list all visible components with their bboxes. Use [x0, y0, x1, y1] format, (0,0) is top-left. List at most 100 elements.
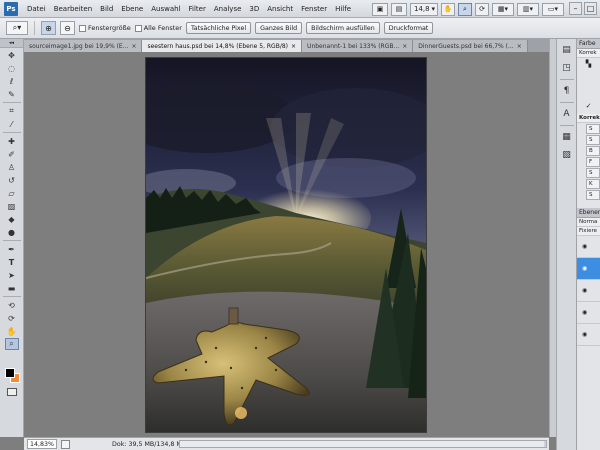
screen-mode-icon[interactable]: ▭▾	[542, 2, 564, 16]
path-select-tool-icon[interactable]: ➤	[5, 269, 19, 281]
adjustment-preset-icon[interactable]: ▚	[577, 58, 600, 70]
lasso-tool-icon[interactable]: ℓ	[5, 75, 19, 87]
navigator-panel-icon[interactable]: ◳	[560, 61, 574, 75]
landscape-artwork	[146, 58, 426, 432]
dodge-tool-icon[interactable]: ●	[5, 226, 19, 238]
menu-analyse[interactable]: Analyse	[210, 5, 246, 13]
clone-stamp-tool-icon[interactable]: ♙	[5, 161, 19, 173]
brush-panel-icon[interactable]: ▦	[560, 130, 574, 144]
fill-screen-button[interactable]: Bildschirm ausfüllen	[306, 22, 380, 34]
zoom-percentage-field[interactable]: 14,83%	[27, 439, 57, 449]
close-icon[interactable]: ×	[131, 43, 136, 50]
vertical-scrollbar[interactable]	[549, 39, 556, 437]
minimize-icon[interactable]: –	[569, 2, 582, 15]
move-tool-icon[interactable]: ✥	[5, 49, 19, 61]
history-brush-tool-icon[interactable]: ↺	[5, 174, 19, 186]
layer-visibility-eye-icon[interactable]: ◉	[577, 280, 600, 302]
paragraph-panel-icon[interactable]: ¶	[560, 84, 574, 98]
adjustments-panel-tab[interactable]: Korrek	[577, 49, 600, 58]
type-tool-icon[interactable]: T	[5, 256, 19, 268]
document-canvas-area[interactable]	[24, 52, 549, 437]
actual-pixels-button[interactable]: Tatsächliche Pixel	[185, 22, 252, 34]
zoom-in-icon[interactable]: ⊕	[41, 21, 56, 35]
menu-ansicht[interactable]: Ansicht	[263, 5, 297, 13]
tab-seestern-haus[interactable]: seestern haus.psd bei 14,8% (Ebene 5, RG…	[142, 40, 303, 52]
marquee-tool-icon[interactable]: ◌	[5, 62, 19, 74]
menu-fenster[interactable]: Fenster	[297, 5, 331, 13]
extras-icon[interactable]: ▦▾	[492, 2, 514, 16]
spot-healing-tool-icon[interactable]: ✚	[5, 135, 19, 147]
shape-tool-icon[interactable]: ▬	[5, 282, 19, 294]
mini-bridge-icon[interactable]: ▤	[391, 2, 407, 16]
adjustment-item[interactable]: K	[586, 179, 600, 189]
quick-select-tool-icon[interactable]: ✎	[5, 88, 19, 100]
eyedropper-tool-icon[interactable]: ⁄	[5, 118, 19, 130]
print-size-button[interactable]: Druckformat	[383, 22, 434, 34]
arrange-documents-icon[interactable]: ▥▾	[517, 2, 539, 16]
menu-3d[interactable]: 3D	[245, 5, 263, 13]
layers-panel-tab[interactable]: Ebenen	[577, 208, 600, 218]
adjustment-item[interactable]: S	[586, 124, 600, 134]
bridge-icon[interactable]: ▣	[372, 2, 388, 16]
all-windows-checkbox[interactable]: Alle Fenster	[134, 24, 182, 32]
document-image[interactable]	[146, 58, 426, 432]
menu-bearbeiten[interactable]: Bearbeiten	[50, 5, 96, 13]
zoom-tool-preset-icon[interactable]: ⌕▾	[6, 21, 28, 35]
3d-rotate-tool-icon[interactable]: ⟲	[5, 299, 19, 311]
maximize-icon[interactable]: □	[584, 2, 597, 15]
character-panel-icon[interactable]: A	[560, 107, 574, 121]
quick-mask-icon[interactable]	[7, 388, 17, 396]
3d-orbit-tool-icon[interactable]: ⟳	[5, 312, 19, 324]
menu-datei[interactable]: Datei	[23, 5, 50, 13]
adjustment-curve-icon[interactable]: ✓	[577, 100, 600, 112]
color-panel-tab[interactable]: Farbe	[577, 39, 600, 49]
layer-visibility-eye-icon[interactable]: ◉	[577, 236, 600, 258]
eraser-tool-icon[interactable]: ▱	[5, 187, 19, 199]
photoshop-logo: Ps	[4, 1, 18, 16]
fit-window-checkbox[interactable]: Fenstergröße	[79, 24, 131, 32]
status-info-icon[interactable]	[61, 439, 70, 449]
tab-unbenannt-1[interactable]: Unbenannt-1 bei 133% (RGB... ×	[302, 40, 414, 52]
tab-dinnerguests[interactable]: DinnerGuests.psd bei 66,7% (... ×	[413, 40, 528, 52]
clone-source-panel-icon[interactable]: ▧	[560, 148, 574, 162]
menu-auswahl[interactable]: Auswahl	[147, 5, 184, 13]
close-icon[interactable]: ×	[517, 43, 522, 50]
menu-ebene[interactable]: Ebene	[117, 5, 147, 13]
zoom-tool-icon[interactable]: ⌕	[458, 2, 472, 16]
tab-label: Unbenannt-1 bei 133% (RGB...	[307, 42, 400, 50]
scrollbar-thumb[interactable]	[180, 441, 544, 447]
menu-bild[interactable]: Bild	[96, 5, 117, 13]
menu-filter[interactable]: Filter	[185, 5, 210, 13]
zoom-level-field[interactable]: 14,8 ▾	[410, 2, 438, 16]
blur-tool-icon[interactable]: ◆	[5, 213, 19, 225]
foreground-color-swatch[interactable]	[5, 368, 15, 378]
rotate-view-icon[interactable]: ⟳	[475, 2, 489, 16]
horizontal-scrollbar[interactable]	[179, 440, 547, 448]
crop-tool-icon[interactable]: ⌗	[5, 105, 19, 117]
fit-screen-button[interactable]: Ganzes Bild	[255, 22, 303, 34]
adjustment-item[interactable]: S	[586, 135, 600, 145]
adjustment-item[interactable]: S	[586, 190, 600, 200]
gradient-tool-icon[interactable]: ▨	[5, 200, 19, 212]
panel-collapse-icon[interactable]: ◂◂	[0, 39, 23, 48]
brush-tool-icon[interactable]: ✐	[5, 148, 19, 160]
lock-label: Fixiere	[577, 227, 600, 236]
hand-tool-icon[interactable]: ✋	[441, 2, 455, 16]
hand-tool-icon[interactable]: ✋	[5, 325, 19, 337]
layer-visibility-eye-icon[interactable]: ◉	[577, 302, 600, 324]
selected-layer-row[interactable]: ◉	[577, 258, 600, 280]
blend-mode-select[interactable]: Norma	[577, 218, 600, 227]
menu-hilfe[interactable]: Hilfe	[331, 5, 355, 13]
tab-sourceimage1[interactable]: sourceimage1.jpg bei 19,9% (E... ×	[24, 40, 143, 52]
fit-window-label: Fenstergröße	[88, 24, 131, 32]
adjustment-item[interactable]: S	[586, 168, 600, 178]
layer-visibility-eye-icon[interactable]: ◉	[577, 324, 600, 346]
zoom-out-icon[interactable]: ⊖	[60, 21, 75, 35]
history-panel-icon[interactable]: ▤	[560, 43, 574, 57]
pen-tool-icon[interactable]: ✒	[5, 243, 19, 255]
adjustment-item[interactable]: B	[586, 146, 600, 156]
adjustment-item[interactable]: F	[586, 157, 600, 167]
close-icon[interactable]: ×	[402, 43, 407, 50]
close-icon[interactable]: ×	[291, 43, 296, 50]
zoom-tool-icon[interactable]: ⌕	[4, 338, 19, 350]
